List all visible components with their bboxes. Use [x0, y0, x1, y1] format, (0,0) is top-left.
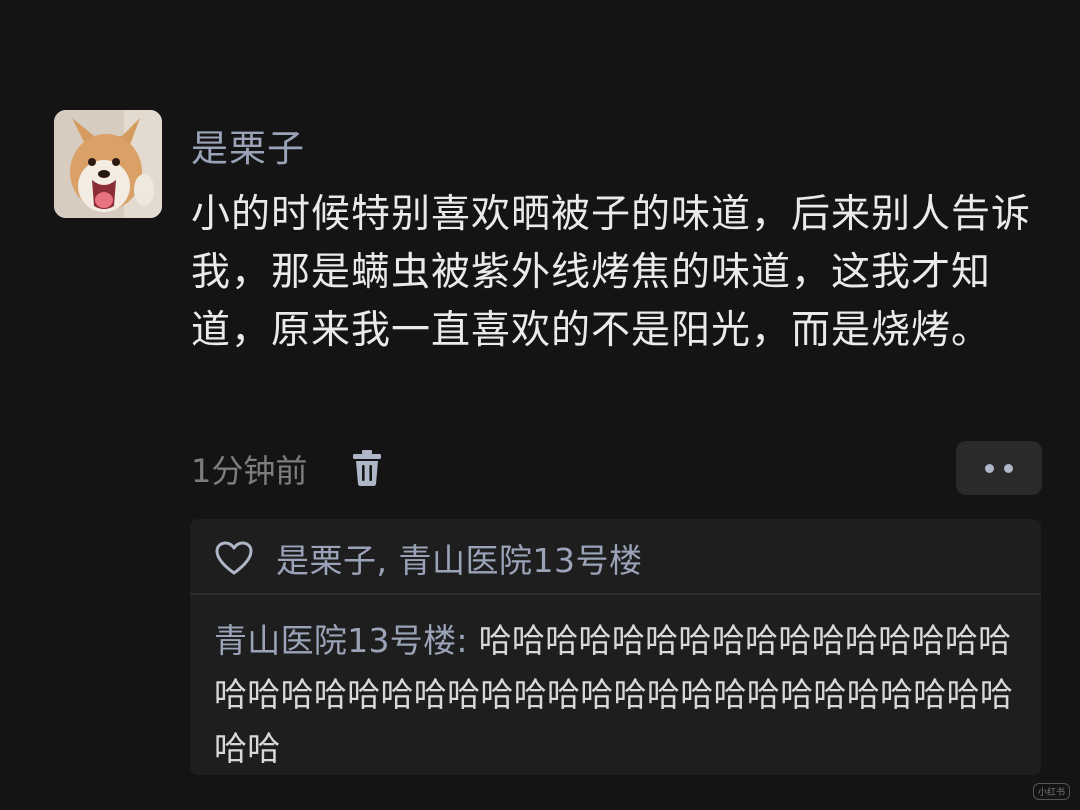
- heart-icon[interactable]: [214, 540, 254, 576]
- divider: [190, 593, 1041, 595]
- watermark: 小红书: [1032, 783, 1070, 800]
- comment-author[interactable]: 是栗子: [191, 118, 305, 172]
- interaction-panel: 是栗子, 青山医院13号楼 青山医院13号楼: 哈哈哈哈哈哈哈哈哈哈哈哈哈哈哈哈…: [190, 519, 1041, 775]
- avatar[interactable]: [54, 110, 162, 218]
- shiba-dog-avatar-icon: [54, 110, 162, 218]
- likes-row[interactable]: 是栗子, 青山医院13号楼: [214, 533, 642, 583]
- comment-text: 小的时候特别喜欢晒被子的味道，后来别人告诉我，那是螨虫被紫外线烤焦的味道，这我才…: [191, 192, 1032, 353]
- delete-button[interactable]: [350, 448, 384, 488]
- more-dots-icon: [985, 463, 994, 473]
- trash-icon: [353, 450, 381, 486]
- more-button[interactable]: [956, 441, 1042, 495]
- reply-separator: :: [456, 621, 479, 660]
- comment-timestamp: 1分钟前: [191, 452, 308, 490]
- likes-names[interactable]: 是栗子, 青山医院13号楼: [276, 534, 642, 582]
- more-dots-icon: [1004, 463, 1013, 473]
- reply-author[interactable]: 青山医院13号楼: [214, 621, 456, 660]
- reply-item[interactable]: 青山医院13号楼: 哈哈哈哈哈哈哈哈哈哈哈哈哈哈哈哈哈哈哈哈哈哈哈哈哈哈哈哈哈哈…: [214, 614, 1029, 776]
